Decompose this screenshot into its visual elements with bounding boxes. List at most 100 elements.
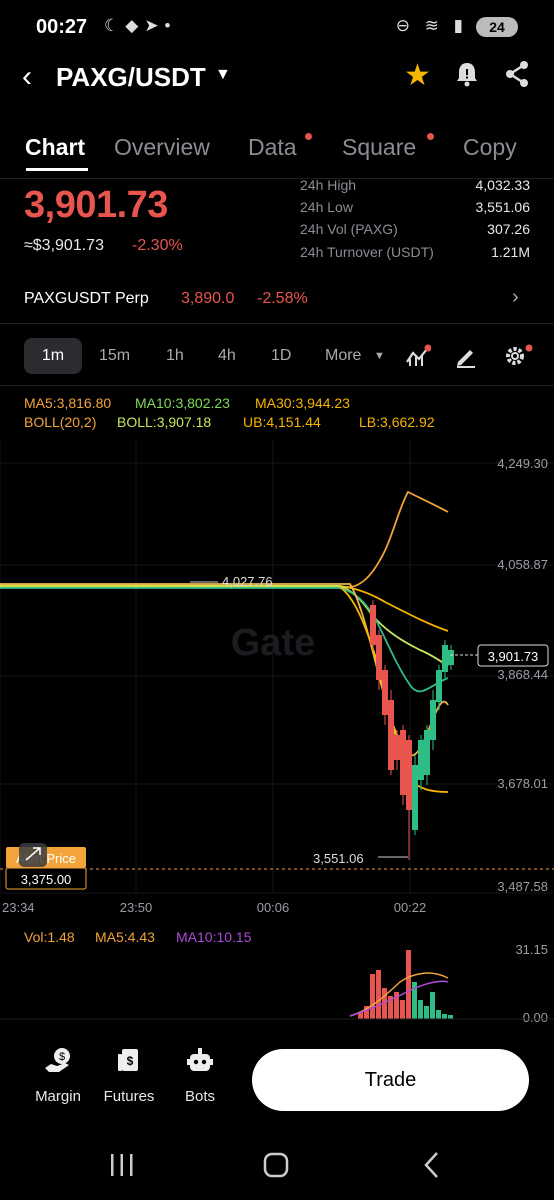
ma10-value: MA10:3,802.23 — [135, 395, 230, 411]
star-icon[interactable]: ★ — [404, 58, 431, 93]
high-marker-label: 4,027.76 — [222, 574, 273, 589]
futures-icon: $ — [118, 1049, 138, 1071]
nav-label: Futures — [103, 1088, 155, 1105]
y-axis-label: 4,249.30 — [497, 456, 548, 471]
gear-icon[interactable] — [503, 343, 535, 369]
timeframe-1d[interactable]: 1D — [271, 347, 291, 365]
stat-value: 307.26 — [487, 221, 530, 237]
price-change: -2.30% — [132, 237, 183, 254]
back-icon[interactable]: ‹ — [22, 60, 32, 94]
notification-dot — [427, 133, 434, 140]
candle-body — [430, 700, 436, 740]
perp-change: -2.58% — [257, 290, 308, 307]
share-icon[interactable] — [504, 60, 530, 88]
battery-icon: 24 — [476, 17, 518, 37]
volume-bar — [430, 992, 435, 1019]
bottom-action-bar: $ Margin $ Futures Bots Trade — [0, 1044, 554, 1124]
candle-body — [406, 740, 412, 810]
x-axis-label: 23:34 — [2, 900, 35, 915]
candle-body — [442, 645, 448, 672]
usd-price: ≈$3,901.73 — [24, 237, 104, 254]
volume-bar — [370, 974, 375, 1019]
tab-square[interactable]: Square — [342, 134, 416, 161]
candle-body — [436, 670, 442, 702]
candlestick-chart[interactable]: Gate 4,027.76 3,551.06 3,901.73 Alert Pr… — [0, 440, 554, 920]
tab-chart[interactable]: Chart — [25, 134, 85, 161]
current-price-value: 3,901.73 — [488, 649, 539, 664]
x-axis-label: 23:50 — [120, 900, 153, 915]
timeframe-bar: 1m 15m 1h 4h 1D More ▼ — [0, 335, 554, 377]
timeframe-15m[interactable]: 15m — [99, 347, 130, 365]
recent-apps-icon[interactable] — [108, 1152, 136, 1178]
nav-margin[interactable]: $ Margin — [28, 1044, 88, 1105]
boll-mid-value: BOLL:3,907.18 — [117, 414, 212, 430]
stat-label: 24h High — [300, 177, 357, 193]
nav-label: Bots — [184, 1088, 215, 1105]
tab-copy[interactable]: Copy — [463, 134, 517, 161]
volume-bar — [424, 1006, 429, 1019]
chevron-down-icon[interactable]: ▼ — [215, 66, 231, 84]
boll-upper-line — [0, 490, 449, 588]
candle-body — [448, 650, 454, 665]
candle-body — [382, 670, 388, 715]
indicator-icon[interactable] — [405, 344, 431, 368]
y-axis-label: 4,058.87 — [497, 557, 548, 572]
bots-icon — [187, 1048, 213, 1071]
chevron-right-icon[interactable]: › — [512, 286, 519, 309]
pair-title[interactable]: PAXG/USDT — [56, 62, 206, 93]
status-time: 00:27 — [36, 16, 88, 38]
chevron-down-icon[interactable]: ▼ — [374, 350, 385, 362]
timeframe-1m[interactable]: 1m — [24, 338, 82, 374]
timeframe-4h[interactable]: 4h — [218, 347, 236, 365]
candle-body — [376, 635, 382, 680]
notification-dot — [305, 133, 312, 140]
trade-button[interactable]: Trade — [252, 1049, 529, 1111]
timeframe-more[interactable]: More — [325, 347, 361, 365]
stat-value: 3,551.06 — [475, 199, 531, 215]
expand-icon[interactable] — [19, 843, 47, 867]
y-axis-label: 3,868.44 — [497, 667, 548, 682]
stat-label: 24h Low — [300, 199, 353, 215]
margin-icon: $ — [45, 1048, 70, 1072]
tab-overview[interactable]: Overview — [114, 134, 210, 161]
alert-price-value: 3,375.00 — [21, 872, 72, 887]
volume-bar — [376, 970, 381, 1019]
stat-value: 4,032.33 — [475, 177, 531, 193]
candle-body — [400, 730, 406, 795]
system-icons: ⊖ ≋ ▮ — [395, 16, 468, 35]
low-marker-label: 3,551.06 — [313, 851, 364, 866]
candle-body — [388, 700, 394, 770]
back-nav-icon[interactable] — [420, 1150, 444, 1180]
volume-chart: 31.15 0.00 — [0, 942, 554, 1025]
volume-bar — [436, 1010, 441, 1019]
perp-name[interactable]: PAXGUSDT Perp — [24, 290, 149, 308]
boll-ub-value: UB:4,151.44 — [243, 414, 321, 430]
nav-bots[interactable]: Bots — [170, 1044, 230, 1105]
stat-value: 1.21M — [491, 244, 530, 260]
main-tabs: Chart Overview Data Square Copy — [0, 128, 554, 172]
tab-data[interactable]: Data — [248, 134, 297, 161]
x-axis-label: 00:22 — [394, 900, 427, 915]
draw-icon[interactable] — [454, 344, 478, 368]
timeframe-1h[interactable]: 1h — [166, 347, 184, 365]
divider — [0, 323, 554, 324]
svg-text:$: $ — [127, 1054, 134, 1068]
y-axis-label: 3,487.58 — [497, 879, 548, 894]
volume-bar — [400, 1000, 405, 1019]
gate-watermark: Gate — [231, 622, 315, 664]
volume-bar — [448, 1015, 453, 1019]
bell-icon[interactable] — [454, 60, 480, 88]
x-axis-label: 00:06 — [257, 900, 290, 915]
last-price: 3,901.73 — [24, 184, 168, 226]
candle-body — [394, 735, 400, 760]
candles — [370, 600, 454, 860]
candle-body — [412, 765, 418, 830]
candle-body — [370, 605, 376, 645]
system-nav-bar — [0, 1136, 554, 1200]
home-icon[interactable] — [262, 1151, 292, 1179]
volume-bar — [442, 1014, 447, 1019]
candle-body — [424, 730, 430, 775]
nav-futures[interactable]: $ Futures — [99, 1044, 159, 1105]
boll-label: BOLL(20,2) — [24, 414, 97, 430]
divider — [0, 178, 554, 179]
